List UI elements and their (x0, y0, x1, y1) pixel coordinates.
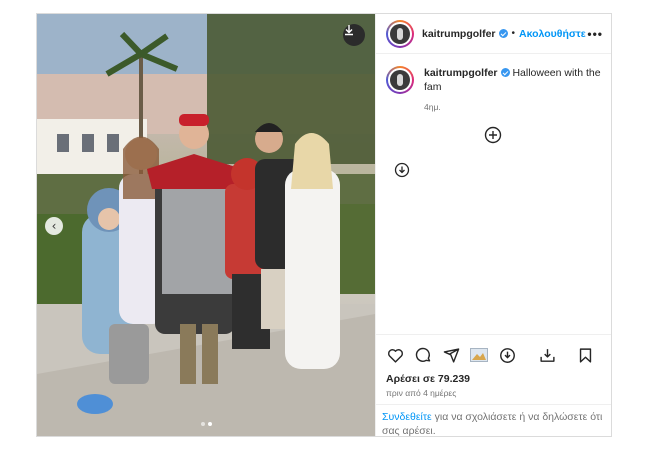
caption-time: 4ημ. (424, 102, 441, 112)
instagram-post: ‹ kaitrumpgolfer • Ακολουθήστε ••• kaitr… (36, 13, 612, 437)
carousel-indicator (201, 422, 212, 426)
carousel-dot (201, 422, 205, 426)
caption-body: kaitrumpgolfer Halloween with the fam 4η… (424, 66, 603, 114)
image-thumbnail[interactable] (470, 346, 488, 364)
follow-button[interactable]: Ακολουθήστε (519, 28, 586, 40)
carousel-dot-active (208, 422, 212, 426)
separator-dot: • (511, 28, 516, 39)
like-button[interactable] (386, 346, 404, 364)
carousel-prev-button[interactable]: ‹ (45, 217, 63, 235)
action-icons (386, 343, 604, 367)
avatar[interactable] (386, 19, 414, 48)
login-link[interactable]: Συνδεθείτε (382, 411, 432, 423)
post-sidebar: kaitrumpgolfer • Ακολουθήστε ••• kaitrum… (375, 14, 611, 436)
download-action-button[interactable] (498, 346, 516, 364)
save-to-collection-button[interactable] (538, 346, 556, 364)
action-icons-right (538, 346, 604, 364)
comment-icon (415, 347, 430, 362)
more-options-icon[interactable]: ••• (587, 27, 603, 41)
download-circle-icon (499, 347, 515, 363)
heart-icon (387, 348, 403, 363)
post-header: kaitrumpgolfer • Ακολουθήστε ••• (376, 14, 611, 54)
comment-button[interactable] (414, 346, 432, 364)
username-link[interactable]: kaitrumpgolfer (422, 28, 496, 40)
login-prompt: Συνδεθείτε για να σχολιάσετε ή να δηλώσε… (376, 404, 611, 436)
download-icon (345, 25, 353, 36)
caption-avatar[interactable] (386, 66, 414, 94)
post-photo[interactable]: ‹ (37, 14, 375, 436)
post-caption: kaitrumpgolfer Halloween with the fam 4η… (376, 54, 611, 114)
tray-download-icon (539, 348, 555, 362)
post-actions: Αρέσει σε 79.239 πριν από 4 ημέρες (376, 334, 611, 398)
download-media-button[interactable] (343, 24, 365, 46)
family-halloween-photo (37, 14, 375, 436)
share-icon (443, 347, 459, 363)
share-button[interactable] (442, 346, 460, 364)
verified-icon (498, 29, 508, 38)
caption-username[interactable]: kaitrumpgolfer (424, 67, 498, 79)
plus-circle-icon[interactable] (484, 126, 502, 144)
bookmark-button[interactable] (576, 346, 594, 364)
bookmark-icon (579, 347, 591, 363)
likes-count[interactable]: Αρέσει σε 79.239 (386, 373, 604, 385)
download-circle-icon[interactable] (394, 162, 410, 178)
chevron-left-icon: ‹ (51, 219, 57, 233)
image-icon (470, 348, 488, 362)
verified-icon (500, 68, 510, 77)
post-date: πριν από 4 ημέρες (386, 388, 457, 398)
